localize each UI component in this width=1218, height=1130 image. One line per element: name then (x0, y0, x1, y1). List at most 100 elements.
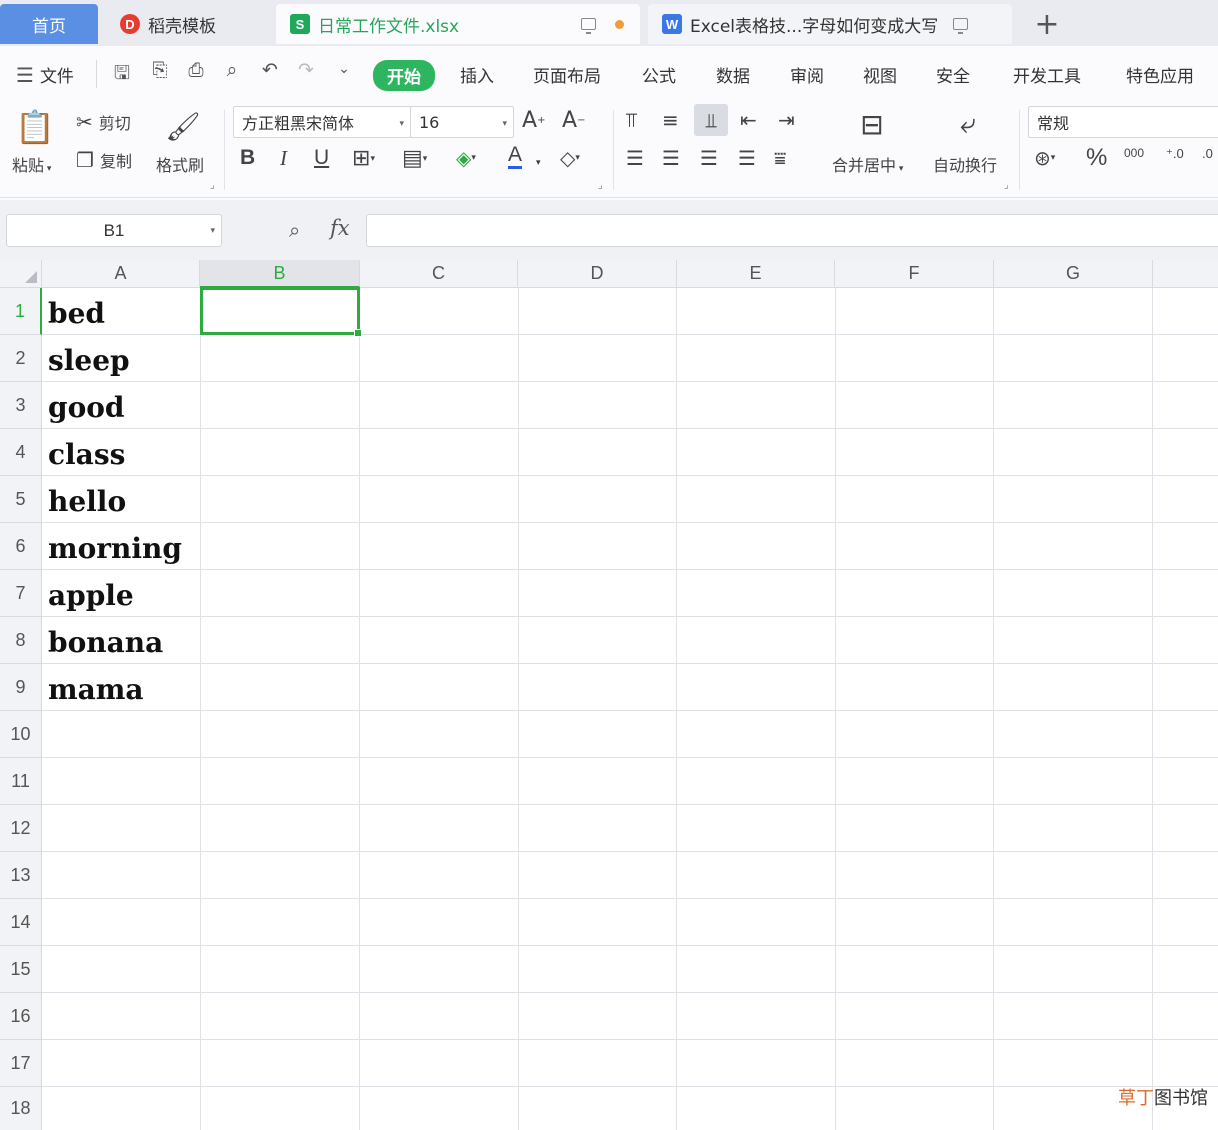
underline-icon[interactable]: U (314, 146, 329, 170)
row-header-14[interactable]: 14 (0, 899, 42, 946)
cell-a5[interactable]: hello (43, 478, 199, 524)
thousands-separator-icon[interactable]: 000 (1124, 146, 1144, 160)
row-header-4[interactable]: 4 (0, 429, 42, 476)
row-header-2[interactable]: 2 (0, 335, 42, 382)
column-header-f[interactable]: F (835, 260, 994, 288)
cell-a2[interactable]: sleep (43, 337, 199, 383)
tab-home[interactable]: 首页 (0, 4, 98, 44)
column-header-a[interactable]: A (42, 260, 200, 288)
paste-icon[interactable]: 📋 (14, 106, 56, 148)
tab-start[interactable]: 开始 (373, 60, 435, 91)
number-format-select[interactable]: 常规 (1028, 106, 1218, 138)
chevron-down-icon[interactable]: ⌄ (328, 61, 360, 77)
justify-icon[interactable]: ☰ (738, 146, 756, 170)
tab-document[interactable]: W Excel表格技...字母如何变成大写 (648, 4, 1012, 44)
row-header-11[interactable]: 11 (0, 758, 42, 805)
row-header-16[interactable]: 16 (0, 993, 42, 1040)
tab-templates[interactable]: D 稻壳模板 (102, 4, 270, 44)
cut-button[interactable]: ✂ 剪切 (76, 110, 131, 134)
file-menu-button[interactable]: ☰ 文件 (16, 62, 74, 88)
row-header-12[interactable]: 12 (0, 805, 42, 852)
format-painter-button[interactable]: 格式刷 (156, 152, 204, 176)
align-middle-icon[interactable]: ≡ (662, 108, 679, 132)
formula-input[interactable] (366, 214, 1218, 247)
decrease-font-size-icon[interactable]: A − (562, 108, 585, 133)
cell-a1[interactable]: bed (43, 290, 199, 336)
copy-button[interactable]: ❐ 复制 (76, 148, 132, 172)
row-header-18[interactable]: 18 (0, 1087, 42, 1130)
function-icon[interactable]: fx (330, 216, 350, 240)
increase-decimal-icon[interactable]: ⁺.0 (1166, 146, 1184, 162)
dialog-launcher-icon[interactable]: ⌟ (1004, 180, 1009, 191)
row-header-6[interactable]: 6 (0, 523, 42, 570)
column-header-c[interactable]: C (360, 260, 518, 288)
decrease-decimal-icon[interactable]: .0 (1202, 146, 1213, 161)
increase-font-size-icon[interactable]: A + (522, 108, 545, 133)
row-header-5[interactable]: 5 (0, 476, 42, 523)
percent-icon[interactable]: % (1086, 144, 1107, 172)
chevron-down-icon[interactable]: ▾ (536, 158, 541, 168)
dialog-launcher-icon[interactable]: ⌟ (210, 180, 215, 191)
align-bottom-icon[interactable]: ⫫ (694, 104, 728, 136)
italic-icon[interactable]: I (280, 146, 287, 171)
currency-icon[interactable]: ⊛ ▾ (1034, 146, 1055, 170)
cell-a7[interactable]: apple (43, 572, 199, 618)
row-header-1[interactable]: 1 (0, 288, 42, 335)
monitor-icon[interactable] (581, 18, 596, 34)
cell-a4[interactable]: class (43, 431, 199, 477)
tab-page-layout[interactable]: 页面布局 (533, 62, 601, 87)
row-header-15[interactable]: 15 (0, 946, 42, 993)
redo-icon[interactable]: ↷ (290, 59, 322, 81)
increase-indent-icon[interactable]: ⇥ (778, 108, 795, 132)
column-header-d[interactable]: D (518, 260, 677, 288)
row-header-7[interactable]: 7 (0, 570, 42, 617)
row-header-3[interactable]: 3 (0, 382, 42, 429)
borders-icon[interactable]: ⊞ ▾ (352, 146, 375, 171)
save-icon[interactable]: 🖫 (106, 59, 138, 91)
cell-a6[interactable]: morning (43, 525, 199, 571)
align-top-icon[interactable]: ⫪ (626, 108, 637, 132)
dialog-launcher-icon[interactable]: ⌟ (598, 180, 603, 191)
print-icon[interactable]: ⎙ (180, 59, 212, 81)
align-right-icon[interactable]: ☰ (700, 146, 718, 170)
column-header-b[interactable]: B (200, 260, 360, 288)
format-painter-icon[interactable]: 🖌 (165, 108, 201, 144)
print-preview-icon[interactable]: ⌕ (216, 59, 248, 81)
select-all-corner[interactable] (0, 260, 42, 288)
bold-icon[interactable]: B (240, 146, 255, 170)
row-header-8[interactable]: 8 (0, 617, 42, 664)
cell-a8[interactable]: bonana (43, 619, 199, 665)
tab-review[interactable]: 审阅 (790, 62, 824, 87)
decrease-indent-icon[interactable]: ⇤ (740, 108, 757, 132)
cell-style-icon[interactable]: ▤ ▾ (402, 146, 427, 171)
tab-workbook[interactable]: S 日常工作文件.xlsx (276, 4, 640, 44)
clear-format-icon[interactable]: ◇ ▾ (560, 146, 580, 170)
spreadsheet-grid[interactable]: A B C D E F G 1 2 3 4 5 6 7 8 9 10 11 12… (0, 260, 1218, 1130)
tab-security[interactable]: 安全 (936, 62, 970, 87)
merge-center-icon[interactable]: ⊟ (852, 106, 892, 142)
zoom-search-icon[interactable]: ⌕ (289, 218, 300, 242)
font-color-icon[interactable]: A (508, 144, 523, 169)
fill-color-icon[interactable]: ◈ ▾ (456, 146, 476, 170)
row-header-17[interactable]: 17 (0, 1040, 42, 1087)
tab-special-apps[interactable]: 特色应用 (1126, 62, 1194, 87)
tab-insert[interactable]: 插入 (460, 62, 494, 87)
align-left-icon[interactable]: ☰ (626, 146, 644, 170)
undo-icon[interactable]: ↶ (254, 59, 286, 81)
active-cell-b1[interactable] (200, 287, 362, 337)
monitor-icon[interactable] (953, 18, 968, 34)
tab-developer-tools[interactable]: 开发工具 (1013, 62, 1081, 87)
paste-button[interactable]: 粘贴 ▾ (12, 152, 51, 176)
font-name-select[interactable]: 方正粗黑宋简体 ▾ (233, 106, 411, 138)
column-header-g[interactable]: G (994, 260, 1153, 288)
export-pdf-icon[interactable]: ⎘ (144, 59, 176, 81)
cell-a3[interactable]: good (43, 384, 199, 430)
column-header-h[interactable] (1153, 260, 1218, 288)
merge-center-button[interactable]: 合并居中 ▾ (832, 152, 903, 176)
tab-view[interactable]: 视图 (863, 62, 897, 87)
name-box[interactable]: B1 ▾ (6, 214, 222, 247)
row-header-10[interactable]: 10 (0, 711, 42, 758)
tab-formulas[interactable]: 公式 (642, 62, 676, 87)
tab-data[interactable]: 数据 (716, 62, 750, 87)
new-tab-button[interactable]: + (1030, 4, 1064, 44)
